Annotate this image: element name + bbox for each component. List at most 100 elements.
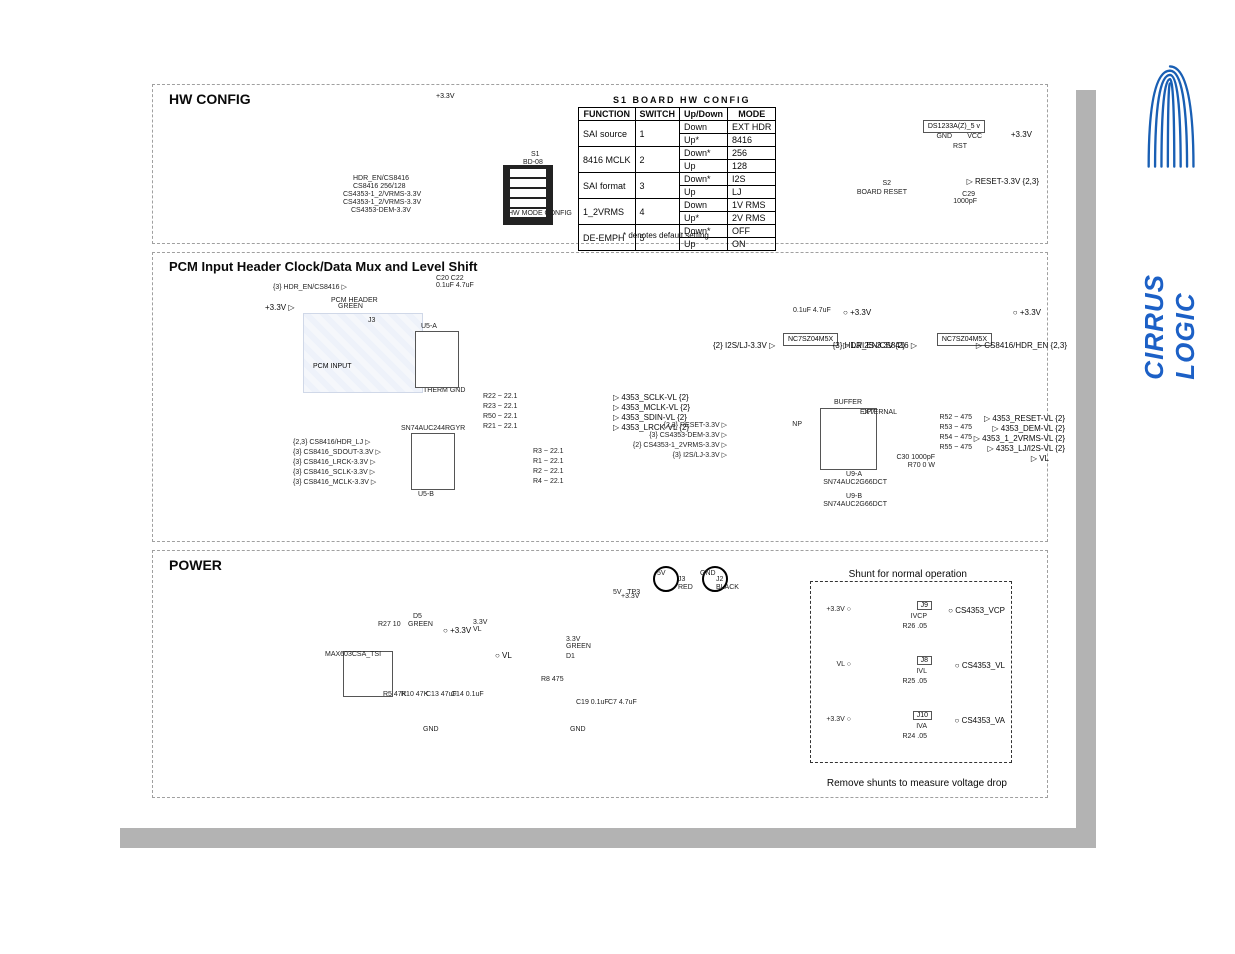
ldo33-r8: R8 475	[541, 676, 564, 683]
reset-sw-label: BOARD RESET	[857, 189, 907, 196]
j2-ref: J2	[716, 576, 723, 583]
reset-sw-ref: S2	[882, 180, 891, 187]
s1-table-footnote: * denotes default setting	[623, 231, 709, 240]
sh0-rail: +3.3V ○	[826, 606, 851, 613]
s1-r3-ud1: Up*	[680, 212, 728, 225]
section-hw-config: HW CONFIG +3.3V HDR_EN/CS8416 CS8416 256…	[152, 84, 1048, 244]
s1-r3-ud0: Down	[680, 199, 728, 212]
therm-gnd-label: THERM GND	[423, 387, 465, 394]
buf-vl: ▷ VL	[1031, 454, 1049, 463]
pcm-header-area	[303, 313, 423, 393]
jp-reg-label: 3.3VVL	[473, 619, 487, 633]
mux-out-1: ▷ 4353_MCLK-VL {2}	[613, 403, 690, 412]
buf-c30: C30 1000pF	[896, 454, 935, 461]
s1-r4-m1: ON	[728, 238, 776, 251]
buf-out-2: ▷ 4353_1_2VRMS-VL {2}	[974, 434, 1065, 443]
reset-pin-gnd: GND	[936, 133, 952, 140]
s1-r3-fn: 1_2VRMS	[579, 199, 636, 225]
buf-r0: R52 ~ 475	[939, 414, 972, 421]
reg-gnd: GND	[423, 726, 439, 733]
u11-in: {3} HDR_EN/CS8416 ▷	[833, 341, 917, 350]
s1-r0-ud1: Up*	[680, 134, 728, 147]
mux-sel-a: {3} HDR_EN/CS8416 ▷	[273, 283, 347, 291]
cs-in-2: {3} CS8416_LRCK-3.3V ▷	[293, 458, 375, 466]
buf-np: NP	[792, 421, 802, 428]
reset-ic: DS1233A(Z)_5 v	[923, 120, 985, 133]
sr-a3: R21 ~ 22.1	[483, 423, 517, 430]
s1-th-sw: SWITCH	[635, 108, 680, 121]
cs-in-4: {3} CS8416_MCLK-3.3V ▷	[293, 478, 376, 486]
s1-r3-m1: 2V RMS	[728, 212, 776, 225]
s1-r1-ud0: Down*	[680, 147, 728, 160]
pcm-header-color: GREEN	[338, 303, 363, 310]
buf-r1: R53 ~ 475	[939, 424, 972, 431]
net-hw-4: CS4353-1_2/VRMS-3.3V	[343, 199, 421, 206]
s1-r1-m0: 256	[728, 147, 776, 160]
buf-out-0: ▷ 4353_RESET-VL {2}	[984, 414, 1065, 423]
reset-pin-rst: RST	[953, 143, 967, 150]
cs-in-1: {3} CS8416_SDOUT-3.3V ▷	[293, 448, 381, 456]
ic-u9a-part: SN74AUC2G66DCT	[823, 479, 887, 486]
sh1-r: R25 .05	[902, 678, 927, 685]
buf-in-3: {3} I2S/LJ-3.3V ▷	[673, 451, 727, 459]
j3-label: RED	[678, 584, 693, 591]
mux-out-0: ▷ 4353_SCLK-VL {2}	[613, 393, 689, 402]
buf-r2: R54 ~ 475	[939, 434, 972, 441]
cirrus-logo-text: CIRRUS LOGIC	[1139, 183, 1201, 380]
reset-ic-part: DS1233A(Z)_5 v	[928, 123, 980, 130]
ldo33-c2: C7 4.7uF	[608, 699, 637, 706]
sr-a2: R50 ~ 22.1	[483, 413, 517, 420]
s1-r1-ud1: Up	[680, 160, 728, 173]
rail-3v3-hw: +3.3V	[436, 93, 455, 100]
sh0-out: ○ CS4353_VCP	[948, 606, 1005, 615]
j2-label: BLACK	[716, 584, 739, 591]
s1-r0-m1: 8416	[728, 134, 776, 147]
cs-in-0: {2,3} CS8416/HDR_LJ ▷	[293, 438, 370, 446]
ldo33-gnd: GND	[570, 726, 586, 733]
reg-led-color: GREEN	[408, 621, 433, 628]
dip-ref: S1	[531, 151, 540, 158]
ic-buffer-title: BUFFER	[834, 399, 862, 406]
buf-r70: R70 0 W	[908, 462, 935, 469]
reg-part: MAX603CSA_TSI	[325, 651, 381, 658]
ic-u5a	[415, 331, 459, 388]
s1-r3-m0: 1V RMS	[728, 199, 776, 212]
banana-top-left-net: 5V	[657, 570, 666, 577]
net-hw-3: CS4353-1_2/VRMS-3.3V	[343, 191, 421, 198]
buf-out-3: ▷ 4353_LJ/I2S-VL {2}	[988, 444, 1065, 453]
sh1-label: IVL	[916, 668, 927, 675]
reg-c14: C14 0.1uF	[451, 691, 484, 698]
net-hw-1: HDR_EN/CS8416	[353, 175, 409, 182]
page-shadow-right	[1076, 90, 1096, 848]
u6-in: {2} I2S/LJ-3.3V ▷	[713, 341, 775, 350]
sh2-out: ○ CS4353_VA	[955, 716, 1006, 725]
reg-led-ref: D5	[413, 613, 422, 620]
u11-rail: ○ +3.3V	[1013, 308, 1041, 317]
sh1-out: ○ CS4353_VL	[955, 661, 1005, 670]
ic-u5a-ref: U5-A	[421, 323, 437, 330]
banana-right-net: GND	[700, 570, 716, 577]
sr-a0: R22 ~ 22.1	[483, 393, 517, 400]
buf-in-2: {2} CS4353-1_2VRMS-3.3V ▷	[633, 441, 727, 449]
ic-u5b-ref: U5-B	[418, 491, 434, 498]
page-inner: HW CONFIG +3.3V HDR_EN/CS8416 CS8416 256…	[100, 70, 1075, 810]
ldo33-c: C19 0.1uF	[576, 699, 609, 706]
s1-r1-fn: 8416 MCLK	[579, 147, 636, 173]
sr-b3: R4 ~ 22.1	[533, 478, 564, 485]
buf-in-0: {2,3} RESET-3.3V ▷	[664, 421, 727, 429]
dip-part: BD-08	[523, 159, 543, 166]
reset-cap-ref: C29	[962, 191, 975, 198]
mux-rail-3v3: +3.3V ▷	[265, 303, 295, 312]
ldo33-d1: D1	[566, 653, 575, 660]
reset-pin-vcc: VCC	[967, 133, 982, 140]
pcm-header-ref: J3	[368, 317, 375, 324]
s1-r2-ud0: Down*	[680, 173, 728, 186]
sh0-r: R26 .05	[902, 623, 927, 630]
s1-r2-m0: I2S	[728, 173, 776, 186]
topcap-l-ref: C20 C22	[436, 275, 464, 282]
reg-out: ○ +3.3V	[443, 626, 471, 635]
sr-a1: R23 ~ 22.1	[483, 403, 517, 410]
sh1-rail: VL ○	[837, 661, 852, 668]
buf-r3: R55 ~ 475	[939, 444, 972, 451]
reg-r10: R10 47K	[401, 691, 428, 698]
